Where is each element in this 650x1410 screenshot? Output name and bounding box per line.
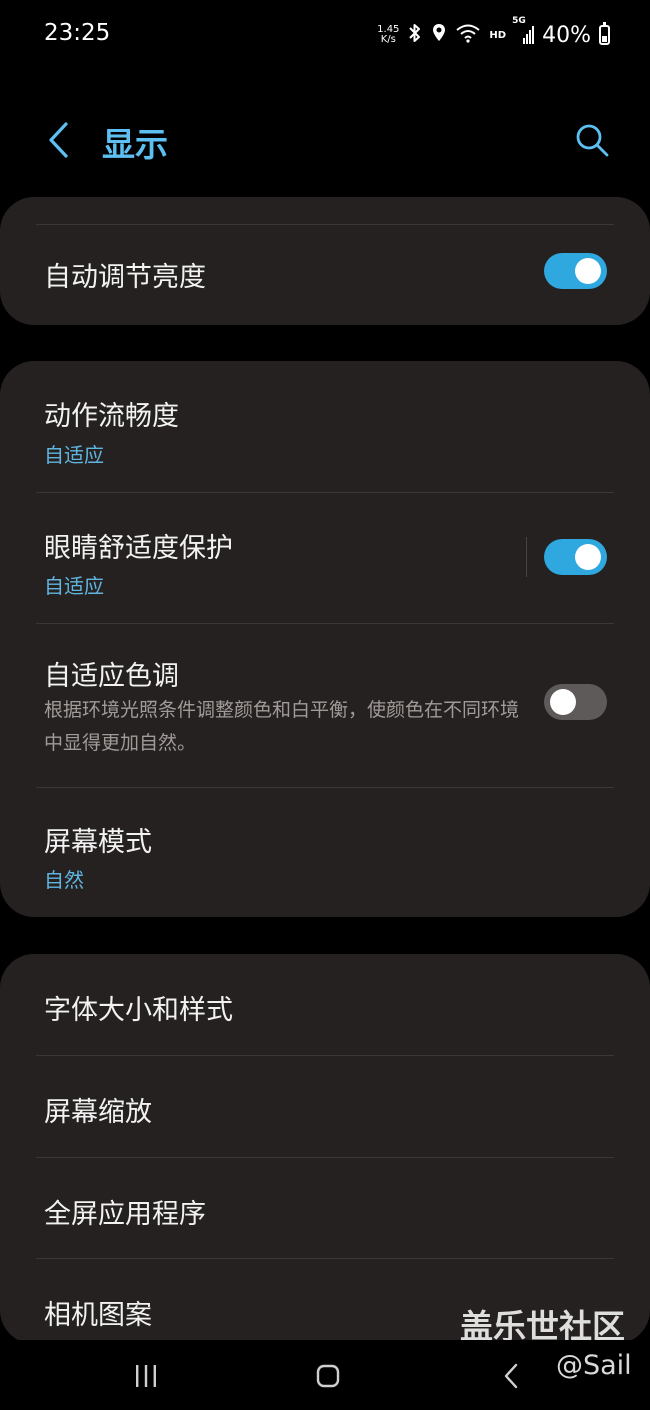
font-size-style-label: 字体大小和样式 [44, 995, 233, 1026]
auto-brightness-toggle[interactable] [544, 253, 607, 289]
chevron-left-icon [49, 122, 68, 158]
watermark-handle: @Sail [556, 1350, 632, 1381]
brightness-card: 自动调节亮度 [0, 197, 650, 325]
recent-apps-button[interactable] [126, 1356, 166, 1396]
toggle-knob [550, 689, 576, 715]
recent-apps-icon [136, 1365, 156, 1387]
app-bar: 显示 [0, 100, 650, 180]
adaptive-color-label: 自适应色调 [44, 661, 179, 692]
status-icons: 1.45 K/s HD 5G 40% [377, 16, 610, 50]
vertical-separator [526, 537, 527, 577]
eye-comfort-row[interactable]: 眼睛舒适度保护 自适应 [0, 493, 650, 623]
motion-smoothness-row[interactable]: 动作流畅度 自适应 [0, 361, 650, 492]
fullscreen-apps-row[interactable]: 全屏应用程序 [0, 1158, 650, 1258]
screen-zoom-label: 屏幕缩放 [44, 1097, 152, 1128]
font-size-style-row[interactable]: 字体大小和样式 [0, 954, 650, 1055]
display-settings-card: 动作流畅度 自适应 眼睛舒适度保护 自适应 自适应色调 根据环境光照条件调整颜色… [0, 361, 650, 917]
battery-percent: 40% [542, 22, 591, 48]
back-button[interactable] [40, 118, 76, 162]
bluetooth-icon [407, 22, 423, 48]
motion-smoothness-value: 自适应 [44, 443, 104, 467]
screen-mode-label: 屏幕模式 [44, 827, 152, 858]
net-speed: 1.45 K/s [377, 25, 399, 45]
fullscreen-apps-label: 全屏应用程序 [44, 1199, 206, 1230]
battery-icon [599, 22, 610, 45]
adaptive-color-row[interactable]: 自适应色调 根据环境光照条件调整颜色和白平衡，使颜色在不同环境中显得更加自然。 [0, 624, 650, 787]
home-button[interactable] [308, 1356, 348, 1396]
signal-icon: 5G [512, 16, 535, 46]
screen-mode-value: 自然 [44, 868, 84, 892]
toggle-knob [575, 544, 601, 570]
toggle-knob [575, 258, 601, 284]
eye-comfort-label: 眼睛舒适度保护 [44, 533, 233, 564]
hd-label: HD [489, 29, 507, 41]
screen-zoom-row[interactable]: 屏幕缩放 [0, 1056, 650, 1157]
navigation-bar [0, 1340, 650, 1410]
auto-brightness-label: 自动调节亮度 [44, 262, 206, 293]
adaptive-color-toggle[interactable] [544, 684, 607, 720]
location-icon [431, 22, 447, 48]
search-icon [576, 124, 609, 157]
eye-comfort-toggle[interactable] [544, 539, 607, 575]
network-type-label: 5G [512, 16, 526, 26]
back-icon [504, 1363, 518, 1389]
nav-back-button[interactable] [491, 1356, 531, 1396]
status-time: 23:25 [44, 20, 111, 46]
home-icon [316, 1364, 340, 1388]
screen-mode-row[interactable]: 屏幕模式 自然 [0, 788, 650, 917]
search-button[interactable] [572, 120, 612, 160]
motion-smoothness-label: 动作流畅度 [44, 401, 179, 432]
camera-cutout-label: 相机图案 [44, 1300, 152, 1331]
eye-comfort-value: 自适应 [44, 574, 104, 598]
status-bar: 23:25 1.45 K/s HD 5G 40% [0, 0, 650, 72]
auto-brightness-row[interactable]: 自动调节亮度 [0, 225, 650, 325]
adaptive-color-description: 根据环境光照条件调整颜色和白平衡，使颜色在不同环境中显得更加自然。 [44, 699, 520, 754]
page-title: 显示 [102, 125, 168, 164]
battery-level [602, 35, 607, 42]
net-speed-unit: K/s [380, 34, 396, 45]
more-settings-card: 字体大小和样式 屏幕缩放 全屏应用程序 相机图案 [0, 954, 650, 1344]
wifi-icon [455, 22, 481, 48]
